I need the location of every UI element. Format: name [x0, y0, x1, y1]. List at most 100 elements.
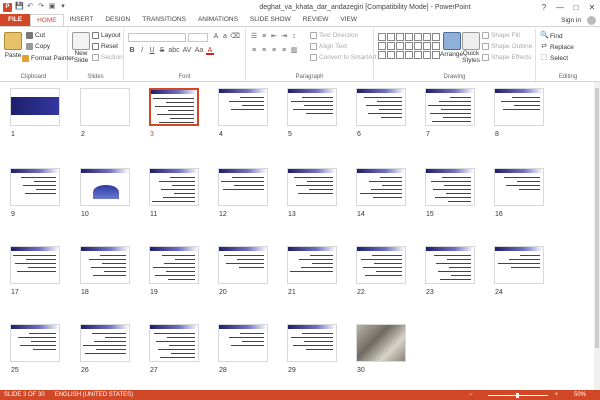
zoom-slider[interactable]: [488, 392, 549, 398]
zoom-out-button[interactable]: −: [469, 392, 473, 398]
decrease-indent-icon[interactable]: ⇤: [270, 33, 278, 41]
shapes-gallery[interactable]: [378, 33, 440, 63]
tab-home[interactable]: HOME: [30, 14, 64, 26]
zoom-slider-knob[interactable]: [516, 392, 520, 398]
new-slide-button[interactable]: New Slide: [72, 32, 90, 64]
tab-transitions[interactable]: TRANSITIONS: [136, 14, 192, 26]
font-color-button[interactable]: A: [206, 47, 214, 55]
slide-thumbnail[interactable]: [149, 168, 199, 206]
tab-design[interactable]: DESIGN: [99, 14, 136, 26]
slide-thumbnail[interactable]: [287, 88, 337, 126]
language-indicator[interactable]: ENGLISH (UNITED STATES): [55, 392, 133, 398]
slide-thumbnail[interactable]: [218, 324, 268, 362]
copy-button[interactable]: Copy: [26, 43, 50, 50]
clear-formatting-icon[interactable]: ⌫: [230, 33, 240, 41]
reset-button[interactable]: Reset: [92, 43, 118, 50]
text-direction-button[interactable]: Text Direction: [310, 32, 358, 39]
slide-thumbnail[interactable]: [10, 168, 60, 206]
slide-thumbnail[interactable]: [287, 168, 337, 206]
slide-thumbnail[interactable]: [356, 88, 406, 126]
tab-file[interactable]: FILE: [0, 14, 31, 26]
slide-thumbnail[interactable]: [10, 246, 60, 284]
increase-indent-icon[interactable]: ⇥: [280, 33, 288, 41]
slide-thumbnail[interactable]: [149, 246, 199, 284]
underline-button[interactable]: U: [148, 47, 156, 55]
tab-view[interactable]: VIEW: [334, 14, 363, 26]
shape-outline-button[interactable]: Shape Outline: [482, 43, 532, 50]
slide-thumbnail[interactable]: [356, 246, 406, 284]
columns-icon[interactable]: ▥: [290, 47, 298, 55]
slide-thumbnail[interactable]: [218, 168, 268, 206]
align-left-icon[interactable]: ≡: [250, 47, 258, 55]
tab-animations[interactable]: ANIMATIONS: [192, 14, 244, 26]
bullets-icon[interactable]: ☰: [250, 33, 258, 41]
sign-in-link[interactable]: Sign in: [561, 17, 581, 24]
slide-thumbnail[interactable]: [10, 324, 60, 362]
slide-thumbnail[interactable]: [80, 88, 130, 126]
slide-thumbnail[interactable]: [218, 88, 268, 126]
undo-icon[interactable]: ↶: [26, 3, 34, 11]
tab-review[interactable]: REVIEW: [297, 14, 335, 26]
justify-icon[interactable]: ≡: [280, 47, 288, 55]
avatar[interactable]: [587, 15, 596, 25]
close-button[interactable]: ✕: [584, 3, 600, 12]
tab-slide-show[interactable]: SLIDE SHOW: [244, 14, 297, 26]
slide-thumbnail[interactable]: [356, 324, 406, 362]
maximize-button[interactable]: □: [568, 3, 584, 12]
slide-thumbnail[interactable]: [425, 88, 475, 126]
layout-button[interactable]: Layout: [92, 32, 121, 39]
slide-thumbnail[interactable]: [356, 168, 406, 206]
bold-button[interactable]: B: [128, 47, 136, 55]
arrange-button[interactable]: Arrange: [440, 32, 463, 58]
line-spacing-icon[interactable]: ↕: [290, 33, 298, 41]
numbering-icon[interactable]: ≡: [260, 33, 268, 41]
slide-thumbnail[interactable]: [287, 246, 337, 284]
align-center-icon[interactable]: ≡: [260, 47, 268, 55]
slide-thumbnail[interactable]: [425, 168, 475, 206]
redo-icon[interactable]: ↷: [37, 3, 45, 11]
character-spacing-button[interactable]: AV: [182, 47, 192, 55]
scrollbar-thumb[interactable]: [595, 88, 599, 348]
tab-insert[interactable]: INSERT: [64, 14, 100, 26]
slide-thumbnail[interactable]: [10, 88, 60, 126]
slide-thumbnail[interactable]: [494, 246, 544, 284]
slide-thumbnail[interactable]: [149, 88, 199, 126]
font-size-dropdown[interactable]: [188, 33, 208, 42]
grow-font-icon[interactable]: A: [212, 33, 220, 41]
start-slideshow-icon[interactable]: ▣: [48, 3, 56, 11]
vertical-scrollbar[interactable]: [594, 82, 600, 390]
format-painter-button[interactable]: Format Painter: [22, 55, 74, 62]
slide-thumbnail[interactable]: [494, 88, 544, 126]
paste-button[interactable]: Paste: [4, 32, 22, 59]
convert-smartart-button[interactable]: Convert to SmartArt: [310, 54, 376, 61]
save-icon[interactable]: 💾: [15, 3, 24, 11]
find-button[interactable]: 🔍 Find: [540, 32, 563, 40]
align-text-button[interactable]: Align Text: [310, 43, 347, 50]
slide-thumbnail[interactable]: [218, 246, 268, 284]
italic-button[interactable]: I: [138, 47, 146, 55]
section-button[interactable]: Section: [92, 54, 123, 61]
quick-styles-button[interactable]: Quick Styles: [462, 32, 480, 64]
replace-button[interactable]: ⇄ Replace: [540, 43, 574, 51]
strikethrough-button[interactable]: S: [158, 47, 166, 55]
slide-thumbnail[interactable]: [80, 246, 130, 284]
slide-thumbnail[interactable]: [287, 324, 337, 362]
zoom-in-button[interactable]: +: [554, 392, 558, 398]
align-right-icon[interactable]: ≡: [270, 47, 278, 55]
font-name-dropdown[interactable]: [128, 33, 186, 42]
shadow-button[interactable]: abc: [168, 47, 180, 55]
shape-fill-button[interactable]: Shape Fill: [482, 32, 520, 39]
slide-thumbnail[interactable]: [80, 324, 130, 362]
slide-thumbnail[interactable]: [494, 168, 544, 206]
change-case-button[interactable]: Aa: [194, 47, 204, 55]
zoom-level[interactable]: 50%: [574, 392, 586, 398]
slide-thumbnail[interactable]: [149, 324, 199, 362]
select-button[interactable]: ⬚ Select: [540, 54, 568, 62]
customize-qat-icon[interactable]: ▾: [59, 3, 67, 11]
slide-thumbnail[interactable]: [425, 246, 475, 284]
minimize-button[interactable]: —: [552, 3, 568, 12]
shape-effects-button[interactable]: Shape Effects: [482, 54, 531, 61]
cut-button[interactable]: Cut: [26, 32, 45, 39]
help-button[interactable]: ?: [536, 3, 552, 12]
shrink-font-icon[interactable]: a: [221, 33, 229, 41]
